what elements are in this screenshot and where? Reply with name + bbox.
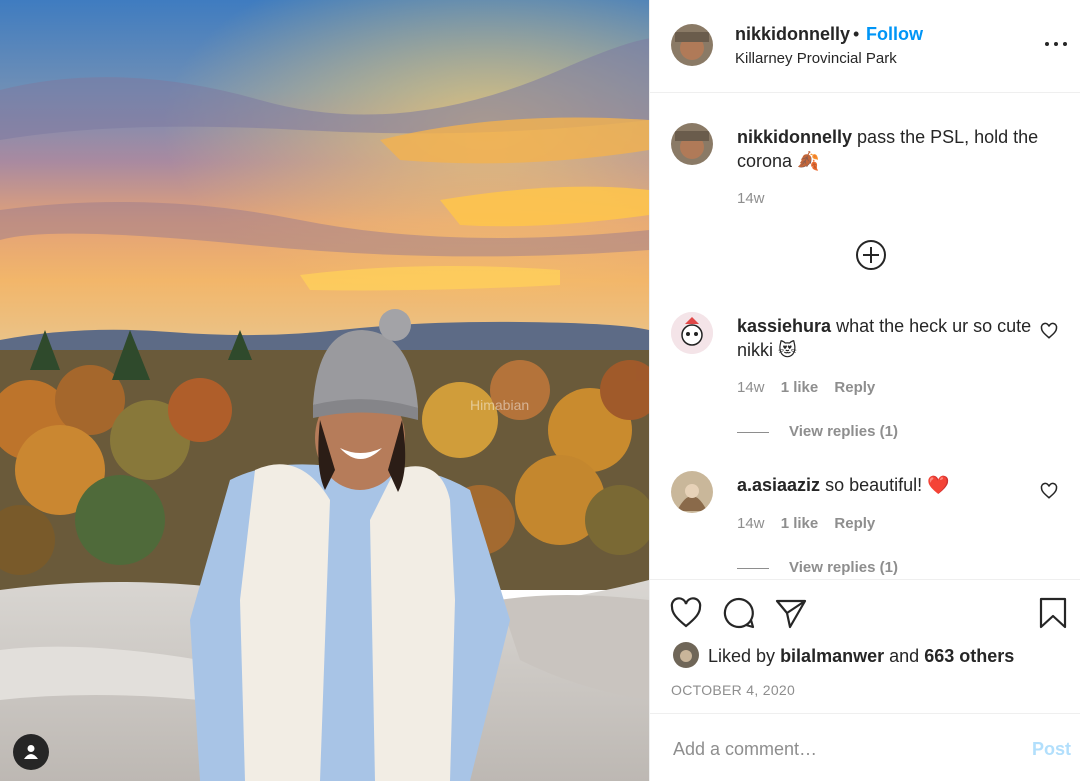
post-sidebar: nikkidonnelly • Follow Killarney Provinc… (649, 0, 1080, 781)
comment-text: a.asiaaziz so beautiful! ❤️ (737, 473, 1047, 497)
separator-dot: • (853, 24, 860, 44)
follow-button[interactable]: Follow (866, 24, 923, 45)
post-date[interactable]: OCTOBER 4, 2020 (671, 682, 795, 698)
comment-meta: 14w 1 like Reply (737, 379, 875, 396)
avatar-image (671, 471, 713, 513)
liker-avatar[interactable] (673, 642, 699, 668)
comment-meta: 14w 1 like Reply (737, 515, 875, 532)
author-username[interactable]: nikkidonnelly (735, 24, 850, 45)
like-comment-heart-icon[interactable] (1040, 322, 1058, 340)
post-actions: Liked by bilalmanwer and 663 others OCTO… (650, 579, 1080, 713)
more-options-icon[interactable] (1045, 36, 1067, 52)
likes-summary: Liked by bilalmanwer and 663 others (708, 646, 1014, 667)
comment-username[interactable]: kassiehura (737, 316, 831, 336)
load-more-comments-icon[interactable] (855, 239, 887, 271)
avatar-image (673, 642, 699, 668)
post-header: nikkidonnelly • Follow Killarney Provinc… (650, 0, 1080, 93)
watermark-text: Himabian (470, 397, 529, 413)
likes-others-link[interactable]: 663 others (924, 646, 1014, 666)
photo-illustration: Himabian (0, 0, 649, 781)
comment-body: so beautiful! ❤️ (825, 475, 950, 495)
caption-avatar[interactable] (671, 123, 713, 165)
author-avatar[interactable] (671, 24, 713, 66)
like-heart-icon[interactable] (669, 596, 703, 630)
comment-time[interactable]: 14w (737, 379, 765, 396)
share-paper-plane-icon[interactable] (774, 596, 808, 630)
divider (737, 431, 769, 433)
comment-avatar[interactable] (671, 471, 713, 513)
comment-likes[interactable]: 1 like (781, 515, 819, 532)
liker-username[interactable]: bilalmanwer (780, 646, 884, 666)
caption-meta: 14w (737, 190, 765, 207)
instagram-post-view: Himabian nikkidonnelly • Follow Killarne… (0, 0, 1080, 781)
add-comment-bar: Post (650, 713, 1080, 781)
comment-bubble-icon[interactable] (722, 596, 756, 630)
user-icon (24, 745, 38, 759)
post-photo[interactable]: Himabian (0, 0, 649, 781)
add-comment-input[interactable] (671, 734, 1015, 764)
comment-username[interactable]: a.asiaaziz (737, 475, 820, 495)
like-comment-heart-icon[interactable] (1040, 482, 1058, 500)
view-replies-label: View replies (1) (789, 559, 898, 576)
reply-button[interactable]: Reply (834, 515, 875, 532)
comment-time[interactable]: 14w (737, 515, 765, 532)
caption-text: nikkidonnelly pass the PSL, hold the cor… (737, 125, 1047, 173)
comments-list[interactable]: nikkidonnelly pass the PSL, hold the cor… (650, 93, 1080, 579)
view-replies-button[interactable]: View replies (1) (737, 559, 898, 576)
avatar-image (671, 24, 713, 66)
comment-likes[interactable]: 1 like (781, 379, 819, 396)
view-replies-label: View replies (1) (789, 423, 898, 440)
view-replies-button[interactable]: View replies (1) (737, 423, 898, 440)
avatar-image (671, 123, 713, 165)
post-location[interactable]: Killarney Provincial Park (735, 50, 897, 67)
comment-avatar[interactable] (671, 312, 713, 354)
tagged-users-button[interactable] (13, 734, 49, 770)
liked-by-and: and (889, 646, 920, 666)
divider (737, 567, 769, 569)
liked-by-prefix: Liked by (708, 646, 776, 666)
caption-time[interactable]: 14w (737, 190, 765, 207)
reply-button[interactable]: Reply (834, 379, 875, 396)
save-bookmark-icon[interactable] (1036, 596, 1070, 630)
post-comment-button[interactable]: Post (1032, 739, 1071, 760)
caption-username[interactable]: nikkidonnelly (737, 127, 852, 147)
comment-text: kassiehura what the heck ur so cute nikk… (737, 314, 1047, 362)
avatar-image (671, 312, 713, 354)
